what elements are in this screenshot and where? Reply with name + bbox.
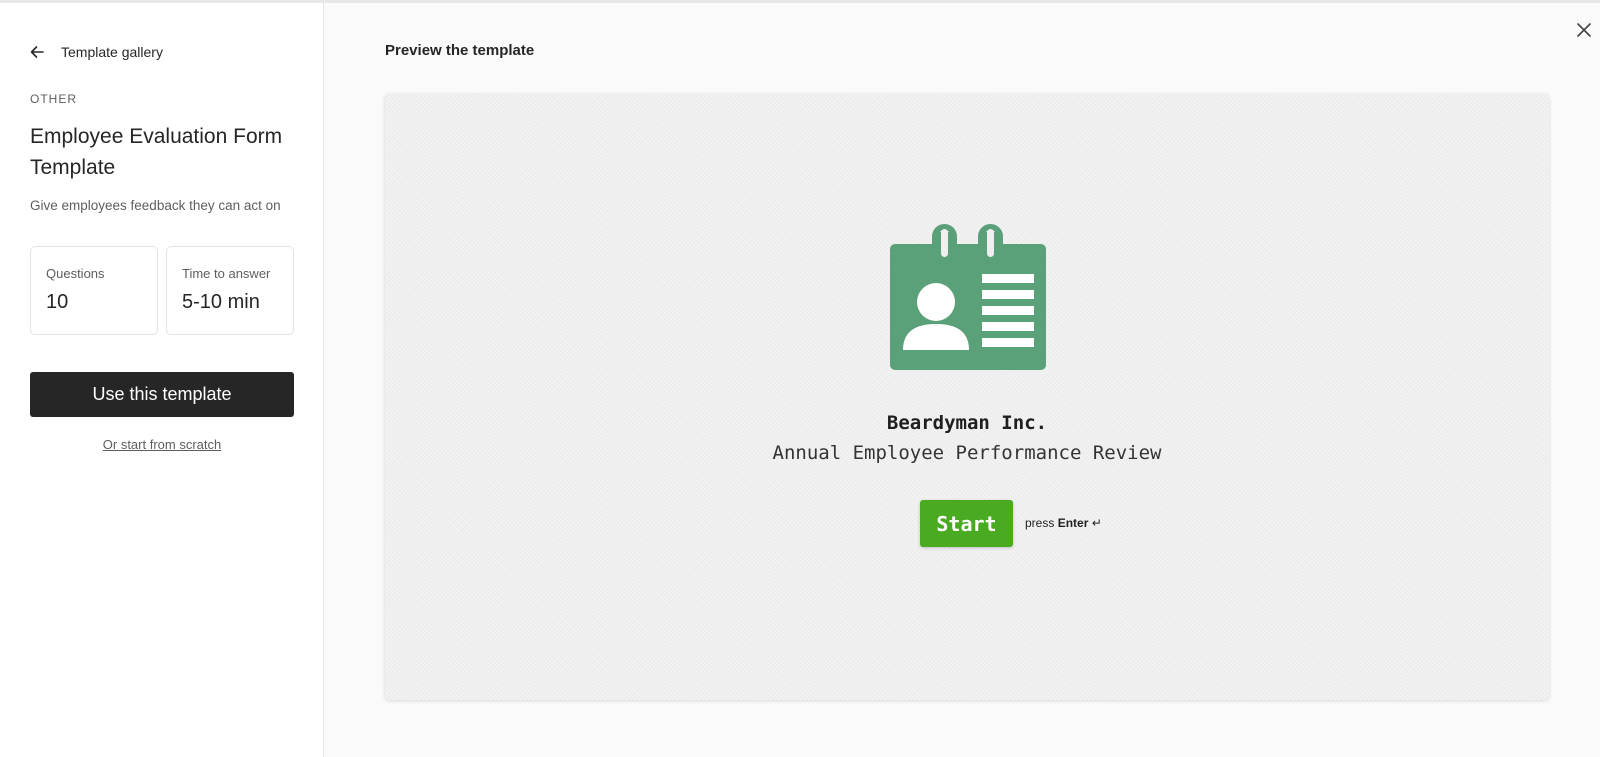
enter-key-label: Enter bbox=[1057, 516, 1089, 530]
close-icon bbox=[1577, 23, 1591, 37]
template-sidebar: Template gallery OTHER Employee Evaluati… bbox=[0, 3, 324, 757]
company-name: Beardyman Inc. bbox=[886, 412, 1048, 434]
enter-icon: ↵ bbox=[1091, 516, 1102, 530]
back-link-label: Template gallery bbox=[61, 44, 163, 60]
time-value: 5-10 min bbox=[182, 291, 260, 313]
press-enter-hint: press Enter ↵ bbox=[1025, 516, 1102, 530]
time-stat-card: Time to answer 5-10 min bbox=[166, 246, 294, 335]
questions-stat-card: Questions 10 bbox=[30, 246, 158, 335]
template-preview: Beardyman Inc. Annual Employee Performan… bbox=[385, 94, 1549, 700]
close-button[interactable] bbox=[1574, 20, 1594, 40]
template-category: OTHER bbox=[30, 92, 77, 106]
back-to-gallery-link[interactable]: Template gallery bbox=[29, 41, 163, 63]
start-button[interactable]: Start bbox=[920, 500, 1013, 547]
template-subtitle: Give employees feedback they can act on bbox=[30, 198, 281, 213]
arrow-left-icon bbox=[30, 46, 44, 58]
preview-heading: Preview the template bbox=[385, 42, 535, 59]
id-badge-icon bbox=[890, 224, 1046, 370]
questions-label: Questions bbox=[46, 266, 105, 281]
use-template-button[interactable]: Use this template bbox=[30, 372, 294, 417]
template-title: Employee Evaluation Form Template bbox=[30, 125, 283, 179]
time-label: Time to answer bbox=[182, 266, 271, 281]
form-title: Annual Employee Performance Review bbox=[772, 442, 1162, 464]
press-prefix: press bbox=[1025, 516, 1055, 530]
start-from-scratch-link[interactable]: Or start from scratch bbox=[30, 437, 294, 452]
questions-value: 10 bbox=[46, 291, 69, 313]
